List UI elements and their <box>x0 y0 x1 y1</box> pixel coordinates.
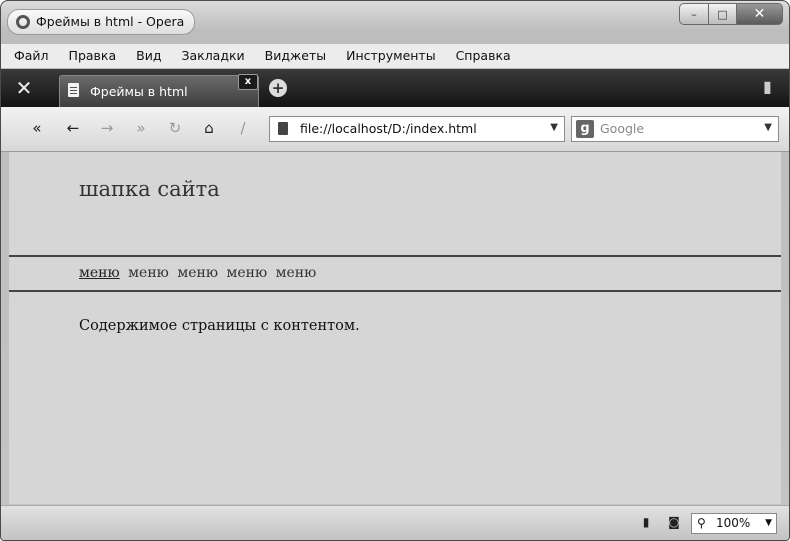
document-icon <box>68 83 79 97</box>
site-menu: меню меню меню меню меню <box>79 265 320 281</box>
menu-tools[interactable]: Инструменты <box>336 45 445 67</box>
tab-frames-in-html[interactable]: Фреймы в html x <box>59 74 259 107</box>
camera-icon[interactable]: ◙ <box>665 515 683 531</box>
menu-bar: Файл Правка Вид Закладки Виджеты Инструм… <box>1 43 789 68</box>
close-button[interactable]: ✕ <box>737 3 783 25</box>
header-frame: шапка сайта <box>9 152 781 257</box>
menu-widgets[interactable]: Виджеты <box>255 45 336 67</box>
status-bar: ▮ ◙ ⚲ 100% ▼ <box>1 505 789 540</box>
new-tab-button[interactable]: + <box>269 79 287 97</box>
zoom-dropdown-icon[interactable]: ▼ <box>765 514 772 533</box>
page-viewport: шапка сайта меню меню меню меню меню Сод… <box>9 152 781 504</box>
menu-frame: меню меню меню меню меню <box>9 257 781 292</box>
rewind-button[interactable]: « <box>25 117 49 139</box>
tab-close-button[interactable]: x <box>238 74 258 90</box>
window-controls: – □ ✕ <box>679 3 783 25</box>
menu-edit[interactable]: Правка <box>59 45 127 67</box>
maximize-button[interactable]: □ <box>709 3 737 25</box>
tab-bar: ✕ Фреймы в html x + ▮ <box>1 69 789 107</box>
menu-link: меню <box>275 265 317 281</box>
edit-button[interactable]: / <box>231 117 255 139</box>
reload-button[interactable]: ↻ <box>163 117 187 139</box>
content-text: Содержимое страницы с контентом. <box>79 318 360 334</box>
search-box[interactable]: g Google ▼ <box>571 116 779 142</box>
home-button[interactable]: ⌂ <box>197 117 221 139</box>
navigation-toolbar: « ← → » ↻ ⌂ / file://localhost/D:/index.… <box>1 107 789 152</box>
window-title: Фреймы в html - Opera <box>36 14 185 29</box>
back-button[interactable]: ← <box>61 117 85 139</box>
menu-link: меню <box>177 265 219 281</box>
search-dropdown-icon[interactable]: ▼ <box>764 122 772 133</box>
menu-view[interactable]: Вид <box>126 45 171 67</box>
menu-link[interactable]: меню <box>79 265 120 281</box>
google-icon[interactable]: g <box>576 120 594 138</box>
wrench-icon[interactable]: ✕ <box>13 77 35 99</box>
title-bar: Фреймы в html - Opera – □ ✕ <box>1 1 789 39</box>
address-dropdown-icon[interactable]: ▼ <box>550 122 558 133</box>
menu-help[interactable]: Справка <box>446 45 521 67</box>
window-title-pill[interactable]: Фреймы в html - Opera <box>7 9 196 35</box>
address-text: file://localhost/D:/index.html <box>300 121 477 136</box>
menu-link: меню <box>128 265 169 281</box>
menu-file[interactable]: Файл <box>1 45 59 67</box>
minimize-button[interactable]: – <box>679 3 709 25</box>
tab-label: Фреймы в html <box>90 84 188 99</box>
address-bar[interactable]: file://localhost/D:/index.html ▼ <box>269 116 565 142</box>
trash-icon[interactable]: ▮ <box>763 77 779 97</box>
menu-link: меню <box>226 265 268 281</box>
page-icon <box>278 122 288 135</box>
site-header-title: шапка сайта <box>79 177 220 201</box>
forward-button[interactable]: → <box>95 117 119 139</box>
opera-icon <box>16 15 30 29</box>
zoom-value: 100% <box>716 516 751 530</box>
zoom-control[interactable]: ⚲ 100% ▼ <box>691 513 777 534</box>
browser-window: Фреймы в html - Opera – □ ✕ Файл Правка … <box>0 0 790 541</box>
search-placeholder: Google <box>600 121 645 136</box>
magnifier-icon: ⚲ <box>697 516 706 530</box>
fast-forward-button[interactable]: » <box>129 117 153 139</box>
turbo-icon[interactable]: ▮ <box>637 515 655 531</box>
menu-bookmarks[interactable]: Закладки <box>171 45 254 67</box>
